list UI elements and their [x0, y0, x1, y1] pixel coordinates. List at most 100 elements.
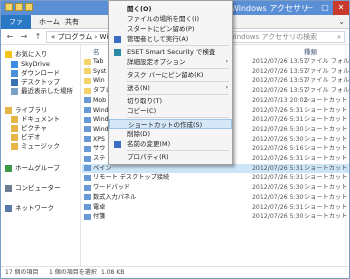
file-date: 2012/07/26 5:31	[252, 155, 304, 162]
back-arrow-icon[interactable]: ←	[4, 31, 16, 43]
file-row[interactable]: 付箋 2012/07/26 5:30 ショートカット	[82, 212, 349, 221]
menu-item[interactable]: 名前の変更(M)	[109, 139, 232, 149]
file-row[interactable]: リモート デスクトップ接続 2012/07/26 5:31 ショートカット	[82, 173, 349, 182]
file-date: 2012/07/26 5:30	[252, 213, 304, 221]
nav-item[interactable]: コンピューター	[5, 183, 61, 193]
chevron-right-icon: ›	[225, 58, 228, 65]
file-name: 数式入力パネル	[93, 193, 137, 201]
nav-item-label: ピクチャ	[21, 124, 47, 132]
nav-item-label: SkyDrive	[21, 60, 50, 68]
menu-item[interactable]: プロパティ(R)	[109, 152, 232, 162]
status-bar: 17 個の項目 1 個の項目を選択 1.08 KB	[1, 266, 349, 278]
close-button[interactable]: ✕	[333, 1, 349, 15]
search-input[interactable]: Windows アクセサリの検索 ⌕	[223, 31, 345, 43]
file-row[interactable]: 電卓 2012/07/26 5:31 ショートカット	[82, 203, 349, 212]
file-name: サウ	[93, 145, 106, 153]
file-date: 2012/07/26 5:31	[252, 116, 304, 124]
file-type: ショートカット	[304, 213, 348, 221]
menu-item[interactable]: 切り取り(T)	[109, 96, 232, 106]
shortcut-icon	[84, 116, 91, 123]
file-name: Wind	[93, 125, 109, 133]
folder-icon	[84, 77, 91, 84]
file-date: 2012/07/26 5:31	[252, 164, 304, 172]
file-row[interactable]: ペイン 2012/07/26 5:31 ショートカット	[82, 163, 349, 173]
file-name: Win	[93, 77, 105, 85]
file-date: 2012/07/26 5:31	[252, 203, 304, 211]
nav-item-label: 最近表示した場所	[21, 87, 73, 95]
dropdown-icon[interactable]	[25, 3, 33, 11]
up-arrow-icon[interactable]: ↑	[33, 31, 43, 43]
menu-item-label: 管理者として実行(A)	[127, 35, 189, 43]
shortcut-icon	[84, 126, 91, 133]
column-type[interactable]: 種類	[304, 46, 317, 56]
menu-item-label: 送る(N)	[127, 84, 150, 92]
nav-item[interactable]: ミュージック	[11, 141, 60, 151]
menu-item[interactable]: タスク バーにピン留め(K)	[109, 70, 232, 80]
file-type: ファイル フォルダー	[304, 58, 350, 65]
menu-item[interactable]: スタートにピン留め(P)	[109, 24, 232, 34]
nav-item-label: ミュージック	[21, 142, 60, 150]
nav-item-label: ネットワーク	[15, 204, 54, 212]
file-row[interactable]: 数式入力パネル 2012/07/26 5:30 ショートカット	[82, 193, 349, 202]
forward-arrow-icon[interactable]: →	[18, 31, 30, 43]
menu-item-label: スタートにピン留め(P)	[127, 25, 195, 33]
menu-item[interactable]: 開く(O)	[109, 4, 232, 14]
shortcut-icon	[84, 184, 91, 191]
folder-icon[interactable]	[15, 3, 23, 11]
menu-item[interactable]: 送る(N) ›	[109, 83, 232, 93]
quick-access-toolbar	[5, 3, 75, 13]
menu-item-label: 詳細設定オプション	[127, 58, 186, 66]
search-icon[interactable]: ⌕	[337, 32, 341, 42]
file-name: Mob	[93, 96, 107, 104]
folder-icon	[84, 68, 91, 75]
tab-file[interactable]: ファイル	[1, 15, 31, 40]
maximize-button[interactable]: ▢	[317, 1, 333, 15]
desktop-icon	[11, 78, 18, 86]
file-date: 2012/07/26 5:30	[252, 125, 304, 133]
recent-icon	[11, 87, 18, 95]
menu-item-label: プロパティ(R)	[127, 153, 169, 161]
menu-item-label: コピー(C)	[127, 107, 157, 115]
pictures-icon	[11, 124, 18, 132]
menu-item[interactable]: ファイルの場所を開く(I)	[109, 14, 232, 24]
menu-item[interactable]: ショートカットの作成(S)	[109, 119, 232, 129]
status-selection: 1 個の項目を選択	[49, 269, 97, 276]
nav-item[interactable]: お気に入り	[5, 49, 48, 59]
menu-item[interactable]: 管理者として実行(A)	[109, 34, 232, 44]
network-icon	[5, 204, 12, 212]
documents-icon	[11, 115, 18, 123]
chevron-right-icon: ›	[225, 84, 228, 91]
file-type: ショートカット	[304, 96, 348, 104]
file-row[interactable]: ワードパッド 2012/07/26 5:30 ショートカット	[82, 183, 349, 192]
nav-item-label: ドキュメント	[21, 115, 60, 123]
nav-item[interactable]: ネットワーク	[5, 203, 54, 213]
nav-item-label: ダウンロード	[21, 69, 60, 77]
menu-item[interactable]: コピー(C)	[109, 106, 232, 116]
file-date: 2012/07/26 5:30	[252, 135, 304, 143]
file-type: ファイル フォルダー	[304, 77, 350, 85]
file-date: 2012/07/13 20:02	[252, 96, 308, 104]
column-name[interactable]: 名	[93, 46, 100, 56]
shortcut-icon	[84, 204, 91, 210]
minimize-button[interactable]: —	[301, 1, 317, 15]
computer-icon	[5, 184, 12, 192]
file-name: XPS	[93, 135, 105, 143]
chevron-down-icon[interactable]: ⌄	[338, 17, 345, 26]
file-name: Tab	[93, 58, 104, 65]
menu-item[interactable]: 詳細設定オプション ›	[109, 57, 232, 67]
menu-separator	[127, 94, 229, 95]
nav-item-label: ライブラリ	[15, 106, 48, 114]
download-folder-icon	[11, 69, 18, 77]
tab-share[interactable]: 共有	[59, 15, 85, 29]
file-name: Syst	[93, 67, 107, 75]
nav-item[interactable]: ホームグループ	[5, 163, 60, 173]
rename-shield-icon	[114, 140, 121, 148]
menu-item[interactable]: 削除(D)	[109, 129, 232, 139]
file-name: ステ	[93, 155, 106, 162]
file-date: 2012/07/26 5:30	[252, 184, 304, 192]
file-date: 2012/07/26 13:57	[252, 77, 308, 85]
menu-item[interactable]: ESET Smart Security で検査	[109, 47, 232, 57]
folder-icon[interactable]	[5, 3, 13, 11]
nav-item[interactable]: 最近表示した場所	[11, 86, 73, 96]
menu-separator	[127, 68, 229, 69]
